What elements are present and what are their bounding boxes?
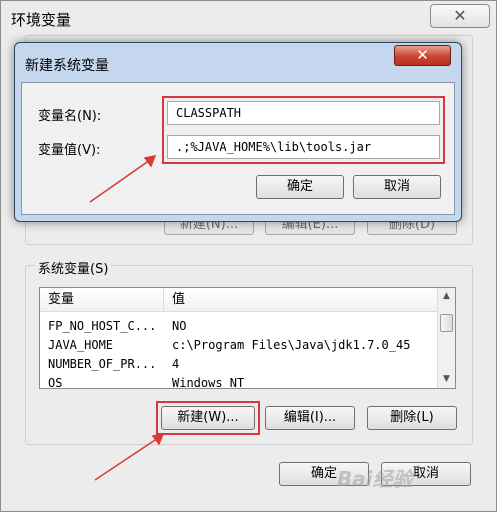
arrow-to-new-button — [94, 432, 165, 481]
annotation-arrows — [89, 154, 165, 481]
arrow-to-fields — [89, 154, 157, 203]
